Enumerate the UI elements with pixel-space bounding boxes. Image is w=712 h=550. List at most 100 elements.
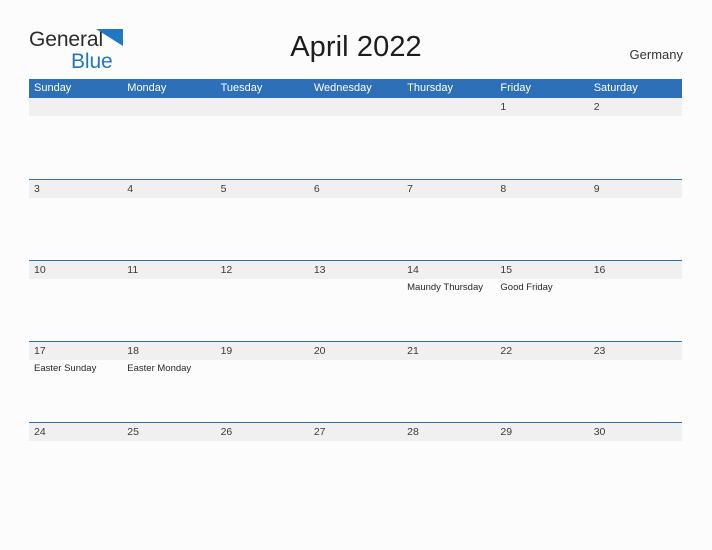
day-events-empty	[309, 279, 402, 340]
week-event-band: Easter Sunday Easter Monday	[29, 360, 682, 421]
week-event-band	[29, 116, 682, 177]
day-events-empty	[495, 360, 588, 421]
weekday-header-row: Sunday Monday Tuesday Wednesday Thursday…	[29, 79, 682, 98]
day-number[interactable]: 10	[29, 261, 122, 279]
week-date-band: 24 25 26 27 28 29 30	[29, 423, 682, 441]
day-number[interactable]: 18	[122, 342, 215, 360]
day-events[interactable]: Easter Monday	[122, 360, 215, 421]
calendar-week-row: 24 25 26 27 28 29 30	[29, 422, 682, 503]
day-number[interactable]: 1	[495, 98, 588, 116]
day-number[interactable]: 9	[589, 180, 682, 198]
day-number[interactable]: 29	[495, 423, 588, 441]
day-number[interactable]: 25	[122, 423, 215, 441]
day-events[interactable]: Maundy Thursday	[402, 279, 495, 340]
day-events-empty	[495, 198, 588, 259]
day-number[interactable]: 6	[309, 180, 402, 198]
weekday-friday: Friday	[500, 82, 531, 94]
day-number[interactable]: 8	[495, 180, 588, 198]
day-events-empty	[216, 279, 309, 340]
calendar-week-row: 17 18 19 20 21 22 23 Easter Sunday Easter Monday	[29, 341, 682, 422]
day-number[interactable]: 23	[589, 342, 682, 360]
day-number[interactable]: 16	[589, 261, 682, 279]
day-events-empty	[589, 360, 682, 421]
day-number[interactable]: 20	[309, 342, 402, 360]
country-label: Germany	[629, 47, 683, 62]
weekday-thursday: Thursday	[407, 82, 453, 94]
day-events-empty	[402, 441, 495, 502]
calendar-week-row: 12	[29, 98, 682, 179]
week-event-band	[29, 441, 682, 502]
day-number[interactable]: 13	[309, 261, 402, 279]
calendar-week-row: 10 11 12 13 14 15 16 Maundy Thursday Good Friday	[29, 260, 682, 341]
day-events-empty	[309, 116, 402, 177]
day-events-empty	[402, 360, 495, 421]
day-number[interactable]: 24	[29, 423, 122, 441]
week-event-band: Maundy Thursday Good Friday	[29, 279, 682, 340]
week-date-band: 10 11 12 13 14 15 16	[29, 261, 682, 279]
day-number[interactable]: 22	[495, 342, 588, 360]
day-events-empty	[589, 116, 682, 177]
day-events-empty	[122, 116, 215, 177]
day-number-empty	[309, 98, 402, 116]
week-date-band: 3456789	[29, 180, 682, 198]
page-title: April 2022	[290, 31, 422, 63]
day-number[interactable]: 12	[216, 261, 309, 279]
day-events-empty	[309, 198, 402, 259]
calendar-grid: Sunday Monday Tuesday Wednesday Thursday…	[29, 79, 682, 503]
calendar-page: General Blue April 2022 Germany Sunday M…	[0, 0, 712, 550]
day-number[interactable]: 30	[589, 423, 682, 441]
day-events[interactable]: Easter Sunday	[29, 360, 122, 421]
day-events-empty	[495, 441, 588, 502]
day-number[interactable]: 4	[122, 180, 215, 198]
holiday-label: Good Friday	[500, 282, 553, 293]
day-events-empty	[589, 198, 682, 259]
day-number[interactable]: 21	[402, 342, 495, 360]
day-events-empty	[216, 198, 309, 259]
weekday-sunday: Sunday	[34, 82, 72, 94]
holiday-label: Easter Sunday	[34, 363, 97, 374]
day-number-empty	[122, 98, 215, 116]
holiday-label: Easter Monday	[127, 363, 192, 374]
calendar-week-row: 3456789	[29, 179, 682, 260]
day-events-empty	[216, 441, 309, 502]
week-event-band	[29, 198, 682, 259]
day-events-empty	[589, 279, 682, 340]
day-number[interactable]: 26	[216, 423, 309, 441]
day-number[interactable]: 19	[216, 342, 309, 360]
day-number[interactable]: 15	[495, 261, 588, 279]
day-events-empty	[122, 279, 215, 340]
weekday-monday: Monday	[127, 82, 167, 94]
day-events-empty	[309, 360, 402, 421]
day-number[interactable]: 27	[309, 423, 402, 441]
day-number-empty	[29, 98, 122, 116]
day-events-empty	[29, 116, 122, 177]
week-date-band: 12	[29, 98, 682, 116]
day-number[interactable]: 17	[29, 342, 122, 360]
day-events[interactable]: Good Friday	[495, 279, 588, 340]
day-number[interactable]: 11	[122, 261, 215, 279]
day-number-empty	[402, 98, 495, 116]
day-events-empty	[122, 198, 215, 259]
weekday-tuesday: Tuesday	[220, 82, 263, 94]
day-events-empty	[216, 360, 309, 421]
day-events-empty	[216, 116, 309, 177]
day-events-empty	[309, 441, 402, 502]
holiday-label: Maundy Thursday	[407, 282, 483, 293]
day-number[interactable]: 14	[402, 261, 495, 279]
day-events-empty	[402, 116, 495, 177]
day-number[interactable]: 7	[402, 180, 495, 198]
day-number[interactable]: 28	[402, 423, 495, 441]
day-events-empty	[29, 198, 122, 259]
day-number[interactable]: 5	[216, 180, 309, 198]
day-number[interactable]: 3	[29, 180, 122, 198]
weekday-wednesday: Wednesday	[313, 82, 372, 94]
day-events-empty	[402, 198, 495, 259]
weekday-saturday: Saturday	[593, 82, 638, 94]
day-number[interactable]: 2	[589, 98, 682, 116]
week-date-band: 17 18 19 20 21 22 23	[29, 342, 682, 360]
day-events-empty	[122, 441, 215, 502]
day-events-empty	[495, 116, 588, 177]
day-events-empty	[589, 441, 682, 502]
day-number-empty	[216, 98, 309, 116]
day-events-empty	[29, 279, 122, 340]
